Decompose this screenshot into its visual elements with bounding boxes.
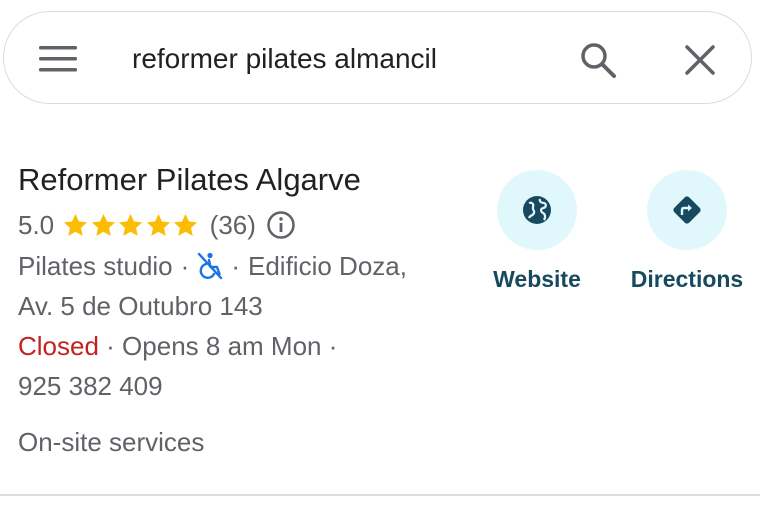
star-icon (119, 213, 143, 236)
star-rating (62, 212, 200, 239)
website-circle[interactable] (497, 170, 577, 250)
rating-row: 5.0 (36) (18, 206, 296, 244)
search-button[interactable] (576, 38, 620, 82)
place-result-card[interactable]: Reformer Pilates Algarve 5.0 (36) Pilate… (0, 150, 760, 495)
category-address-line: Pilates studio · · Edificio Doza, (18, 246, 407, 286)
star-icon (174, 213, 198, 236)
search-bar[interactable]: reformer pilates almancil (3, 11, 752, 104)
separator: · (180, 251, 190, 281)
phone-number[interactable]: 925 382 409 (18, 366, 163, 406)
open-status: Closed (18, 331, 99, 361)
divider (0, 494, 760, 496)
search-icon (581, 43, 616, 78)
star-icon (146, 213, 170, 236)
address-line-1: Edificio Doza, (248, 251, 407, 281)
service-options: On-site services (18, 427, 205, 457)
address-line-2: Av. 5 de Outubro 143 (18, 291, 263, 321)
opening-hours: · Opens 8 am Mon · (106, 331, 338, 361)
directions-label: Directions (630, 266, 744, 292)
rating-value: 5.0 (18, 209, 55, 240)
place-category: Pilates studio (18, 251, 173, 281)
website-button[interactable]: Website (462, 170, 612, 293)
search-input[interactable]: reformer pilates almancil (132, 39, 437, 79)
globe-icon (523, 196, 551, 224)
separator: · (231, 251, 240, 281)
menu-icon (39, 46, 77, 72)
clear-search-button[interactable] (678, 38, 722, 82)
directions-button[interactable]: Directions (612, 170, 760, 293)
directions-circle[interactable] (647, 170, 727, 250)
menu-button[interactable] (38, 39, 78, 79)
star-icon (91, 213, 115, 236)
place-name[interactable]: Reformer Pilates Algarve (18, 162, 361, 198)
star-icon (64, 213, 88, 236)
close-icon (685, 45, 715, 75)
no-wheelchair-access-icon (197, 252, 223, 280)
website-label: Website (493, 266, 581, 292)
info-button[interactable] (266, 210, 296, 240)
directions-icon (673, 196, 701, 224)
review-count[interactable]: (36) (210, 210, 256, 241)
hours-line: Closed · Opens 8 am Mon · (18, 326, 337, 366)
info-icon (267, 211, 295, 239)
